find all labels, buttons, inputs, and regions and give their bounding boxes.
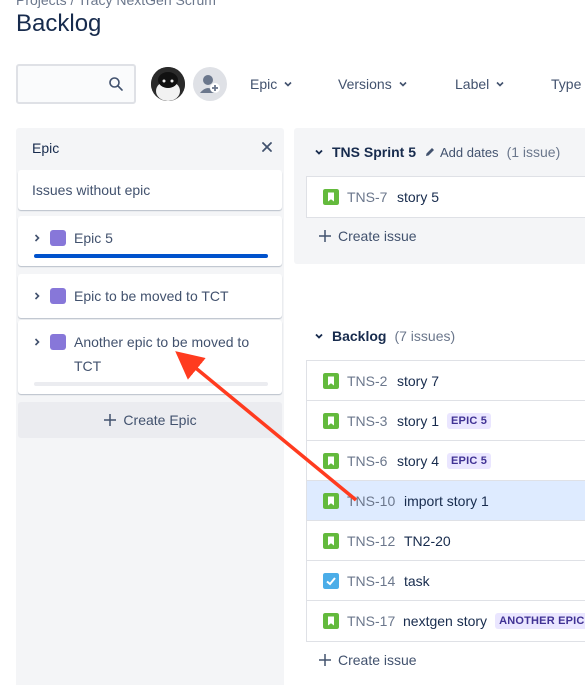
epic-name-line2: TCT <box>74 358 102 374</box>
issue-key[interactable]: TNS-7 <box>347 189 387 205</box>
issue-key[interactable]: TNS-17 <box>347 613 395 629</box>
search-input[interactable] <box>16 64 136 104</box>
chevron-right-icon[interactable] <box>32 337 42 347</box>
issue-summary: task <box>404 572 430 589</box>
filter-epic[interactable]: Epic <box>250 72 293 96</box>
table-row[interactable]: TNS-6 story 4 EPIC 5 <box>307 441 585 481</box>
issue-summary: nextgen story <box>403 613 488 629</box>
filter-versions[interactable]: Versions <box>338 72 408 96</box>
epic-name: Epic 5 <box>74 230 113 246</box>
filter-type[interactable]: Type <box>551 72 581 96</box>
search-icon <box>109 77 123 91</box>
create-issue-label: Create issue <box>338 228 417 244</box>
create-issue-label: Create issue <box>338 652 417 668</box>
epic-lozenge[interactable]: ANOTHER EPIC <box>495 613 585 629</box>
epic-panel-title: Epic <box>32 140 60 156</box>
backlog-issue-list: TNS-2 story 7 TNS-3 story 1 EPIC 5 TNS-6… <box>306 360 585 642</box>
story-icon <box>323 189 339 205</box>
chevron-right-icon[interactable] <box>32 233 42 243</box>
epic-card-another-epic[interactable]: Another epic to be moved to TCT <box>18 320 282 394</box>
chevron-down-icon[interactable] <box>314 147 324 157</box>
story-icon <box>323 452 339 469</box>
backlog-title: Backlog <box>332 328 387 344</box>
issue-key[interactable]: TNS-3 <box>347 413 387 429</box>
issue-summary: story 4 <box>397 452 440 469</box>
add-people-button[interactable] <box>193 67 227 101</box>
filter-versions-label: Versions <box>338 76 392 92</box>
table-row[interactable]: TNS-14 task <box>307 561 585 601</box>
avatar[interactable] <box>151 67 185 101</box>
epic-name: Epic to be moved to TCT <box>74 288 229 304</box>
create-epic-button[interactable]: Create Epic <box>18 402 282 438</box>
epic-color-swatch <box>50 230 66 246</box>
create-issue-button[interactable]: Create issue <box>318 228 417 244</box>
filter-epic-label: Epic <box>250 76 278 92</box>
task-icon <box>323 572 339 589</box>
add-dates-label: Add dates <box>440 144 499 160</box>
issue-summary: story 5 <box>397 189 440 205</box>
chevron-down-icon <box>284 81 292 87</box>
table-row[interactable]: TNS-12 TN2-20 <box>307 521 585 561</box>
story-icon <box>323 412 339 429</box>
pencil-icon <box>426 148 435 156</box>
chevron-right-icon[interactable] <box>32 291 42 301</box>
story-icon <box>323 613 339 629</box>
epic-lozenge[interactable]: EPIC 5 <box>447 412 492 429</box>
plus-icon <box>104 414 117 426</box>
epic-progress-fill <box>34 254 268 258</box>
sprint-issue-list: TNS-7 story 5 <box>306 176 585 218</box>
create-issue-button[interactable]: Create issue <box>318 652 417 668</box>
epic-progress-bar <box>34 254 268 258</box>
add-dates-link[interactable]: Add dates <box>424 145 499 160</box>
chevron-down-icon <box>399 81 407 87</box>
sprint-header[interactable]: TNS Sprint 5 Add dates (1 issue) <box>314 144 560 160</box>
table-row[interactable]: TNS-17 nextgen story ANOTHER EPIC <box>307 601 585 641</box>
filter-label[interactable]: Label <box>455 72 505 96</box>
issues-without-epic[interactable]: Issues without epic <box>18 170 282 210</box>
epic-lozenge[interactable]: EPIC 5 <box>447 452 492 469</box>
issue-summary: story 1 <box>397 412 440 429</box>
issue-key[interactable]: TNS-2 <box>347 373 387 389</box>
backlog-issue-count: (7 issues) <box>394 328 456 344</box>
plus-icon <box>319 654 331 666</box>
filter-label-label: Label <box>455 76 490 92</box>
table-row[interactable]: TNS-2 story 7 <box>307 361 585 401</box>
story-icon <box>323 532 339 549</box>
create-epic-label: Create Epic <box>123 412 197 428</box>
chevron-down-icon[interactable] <box>314 331 324 341</box>
epic-name-line1: Another epic to be moved to <box>74 334 250 350</box>
epic-color-swatch <box>50 334 66 350</box>
epic-progress-bar <box>34 382 268 386</box>
breadcrumb[interactable]: Projects / Tracy NextGen Scrum <box>16 0 216 8</box>
epic-panel: Epic Issues without epic Epic 5 Epic to … <box>16 128 284 685</box>
sprint-title: TNS Sprint 5 <box>332 144 417 160</box>
table-row[interactable]: TNS-7 story 5 <box>307 177 585 217</box>
issue-summary: story 7 <box>397 372 440 389</box>
table-row-selected[interactable]: TNS-10 import story 1 <box>307 481 585 521</box>
filter-type-label: Type <box>551 76 582 92</box>
issue-key[interactable]: TNS-12 <box>347 533 395 549</box>
sprint-issue-count: (1 issue) <box>506 144 561 160</box>
issues-without-epic-label: Issues without epic <box>32 182 151 198</box>
page-title: Backlog <box>16 10 102 37</box>
story-icon <box>323 372 339 389</box>
plus-icon <box>319 230 331 242</box>
table-row[interactable]: TNS-3 story 1 EPIC 5 <box>307 401 585 441</box>
story-icon <box>323 492 339 509</box>
issue-key[interactable]: TNS-10 <box>347 493 395 509</box>
chevron-down-icon <box>496 81 504 87</box>
backlog-header[interactable]: Backlog (7 issues) <box>314 328 455 344</box>
add-user-icon <box>200 75 220 93</box>
issue-key[interactable]: TNS-14 <box>347 573 395 589</box>
issue-summary: TN2-20 <box>404 532 451 549</box>
epic-card-epic-to-be-moved[interactable]: Epic to be moved to TCT <box>18 274 282 318</box>
issue-summary: import story 1 <box>404 492 489 509</box>
issue-key[interactable]: TNS-6 <box>347 453 387 469</box>
close-icon[interactable] <box>260 140 274 154</box>
epic-card-epic-5[interactable]: Epic 5 <box>18 216 282 266</box>
epic-color-swatch <box>50 288 66 304</box>
